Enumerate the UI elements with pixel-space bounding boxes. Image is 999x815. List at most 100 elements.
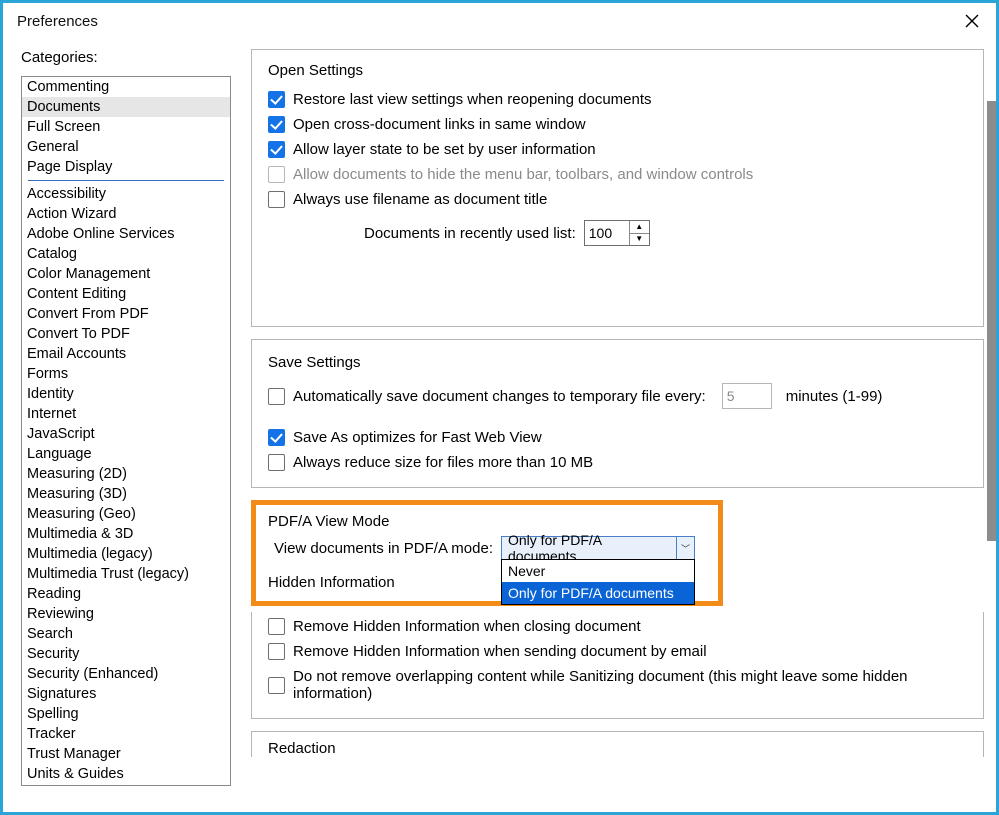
allow-hide-menubar-checkbox (268, 166, 285, 183)
recent-docs-label: Documents in recently used list: (364, 225, 576, 242)
categories-list[interactable]: CommentingDocumentsFull ScreenGeneralPag… (21, 76, 231, 786)
no-remove-overlap-label: Do not remove overlapping content while … (293, 668, 967, 702)
pdfa-combo[interactable]: Only for PDF/A documents ﹀ (501, 536, 695, 560)
category-item[interactable]: Identity (22, 384, 230, 404)
category-item[interactable]: Action Wizard (22, 204, 230, 224)
pdfa-option[interactable]: Never (502, 560, 694, 582)
restore-last-view-checkbox[interactable] (268, 91, 285, 108)
auto-save-label: Automatically save document changes to t… (293, 388, 706, 405)
category-item[interactable]: Accessibility (22, 184, 230, 204)
category-item[interactable]: Convert From PDF (22, 304, 230, 324)
category-item[interactable]: Reading (22, 584, 230, 604)
remove-on-email-row: Remove Hidden Information when sending d… (268, 643, 967, 660)
reduce-size-checkbox[interactable] (268, 454, 285, 471)
cross-doc-links-label: Open cross-document links in same window (293, 116, 586, 133)
scrollbar-thumb[interactable] (987, 101, 996, 541)
remove-on-email-checkbox[interactable] (268, 643, 285, 660)
pdfa-highlight-block: PDF/A View Mode View documents in PDF/A … (251, 500, 723, 606)
category-item[interactable]: Documents (22, 97, 230, 117)
category-item[interactable]: Page Display (22, 157, 230, 177)
category-item[interactable]: Measuring (3D) (22, 484, 230, 504)
auto-save-minutes-label: minutes (1-99) (786, 388, 883, 405)
recent-docs-spinner (629, 221, 649, 245)
recent-docs-input[interactable] (585, 221, 629, 245)
pdfa-title: PDF/A View Mode (268, 513, 706, 530)
category-item[interactable]: Convert To PDF (22, 324, 230, 344)
category-item[interactable]: Full Screen (22, 117, 230, 137)
category-item[interactable]: Signatures (22, 684, 230, 704)
category-item[interactable]: Tracker (22, 724, 230, 744)
category-item[interactable]: Multimedia Trust (legacy) (22, 564, 230, 584)
category-item[interactable]: Units & Guides (22, 764, 230, 784)
always-filename-title-label: Always use filename as document title (293, 191, 547, 208)
category-item[interactable]: Internet (22, 404, 230, 424)
pdfa-combo-wrap: Only for PDF/A documents ﹀ NeverOnly for… (501, 536, 695, 560)
category-item[interactable]: Reviewing (22, 604, 230, 624)
category-item[interactable]: Security (22, 644, 230, 664)
allow-layer-state-checkbox[interactable] (268, 141, 285, 158)
category-item[interactable]: Commenting (22, 77, 230, 97)
redaction-panel: Redaction (251, 731, 984, 757)
category-item[interactable]: Email Accounts (22, 344, 230, 364)
close-button[interactable] (962, 11, 982, 31)
category-item[interactable]: General (22, 137, 230, 157)
cross-doc-links-checkbox[interactable] (268, 116, 285, 133)
save-settings-title: Save Settings (268, 354, 967, 371)
category-item[interactable]: Adobe Online Services (22, 224, 230, 244)
fast-web-view-row: Save As optimizes for Fast Web View (268, 429, 967, 446)
fast-web-view-label: Save As optimizes for Fast Web View (293, 429, 542, 446)
reduce-size-row: Always reduce size for files more than 1… (268, 454, 967, 471)
auto-save-row: Automatically save document changes to t… (268, 383, 967, 409)
chevron-down-icon: ﹀ (676, 537, 694, 559)
reduce-size-label: Always reduce size for files more than 1… (293, 454, 593, 471)
allow-layer-state-label: Allow layer state to be set by user info… (293, 141, 596, 158)
category-item[interactable]: Catalog (22, 244, 230, 264)
open-settings-panel: Open Settings Restore last view settings… (251, 49, 984, 327)
pdfa-label: View documents in PDF/A mode: (274, 540, 493, 557)
window-title: Preferences (17, 13, 98, 30)
always-filename-title-checkbox[interactable] (268, 191, 285, 208)
spinner-up-icon[interactable] (630, 221, 649, 234)
no-remove-overlap-checkbox[interactable] (268, 677, 285, 694)
category-item[interactable]: Measuring (Geo) (22, 504, 230, 524)
category-item[interactable]: Forms (22, 364, 230, 384)
save-settings-panel: Save Settings Automatically save documen… (251, 339, 984, 488)
open-settings-title: Open Settings (268, 62, 967, 79)
no-remove-overlap-row: Do not remove overlapping content while … (268, 668, 967, 702)
recent-docs-input-wrap (584, 220, 650, 246)
spinner-down-icon[interactable] (630, 234, 649, 246)
categories-column: Categories: CommentingDocumentsFull Scre… (21, 49, 231, 812)
category-item[interactable]: Measuring (2D) (22, 464, 230, 484)
category-item[interactable]: Multimedia (legacy) (22, 544, 230, 564)
body: Categories: CommentingDocumentsFull Scre… (3, 39, 996, 812)
category-item[interactable]: Search (22, 624, 230, 644)
restore-last-view-label: Restore last view settings when reopenin… (293, 91, 652, 108)
cross-doc-links-row: Open cross-document links in same window (268, 116, 967, 133)
remove-on-email-label: Remove Hidden Information when sending d… (293, 643, 707, 660)
category-item[interactable]: Multimedia & 3D (22, 524, 230, 544)
category-item[interactable]: Content Editing (22, 284, 230, 304)
recent-docs-row: Documents in recently used list: (364, 220, 967, 246)
allow-layer-state-row: Allow layer state to be set by user info… (268, 141, 967, 158)
category-item[interactable]: Trust Manager (22, 744, 230, 764)
pdfa-option[interactable]: Only for PDF/A documents (502, 582, 694, 604)
remove-on-close-checkbox[interactable] (268, 618, 285, 635)
fast-web-view-checkbox[interactable] (268, 429, 285, 446)
pdfa-dropdown[interactable]: NeverOnly for PDF/A documents (501, 559, 695, 605)
category-item[interactable]: Color Management (22, 264, 230, 284)
main-scroll: Open Settings Restore last view settings… (251, 49, 984, 812)
category-item[interactable]: Spelling (22, 704, 230, 724)
hidden-info-panel: Remove Hidden Information when closing d… (251, 612, 984, 719)
allow-hide-menubar-row: Allow documents to hide the menu bar, to… (268, 166, 967, 183)
auto-save-input (723, 384, 769, 408)
allow-hide-menubar-label: Allow documents to hide the menu bar, to… (293, 166, 753, 183)
remove-on-close-row: Remove Hidden Information when closing d… (268, 618, 967, 635)
categories-label: Categories: (21, 49, 231, 66)
category-item[interactable]: Security (Enhanced) (22, 664, 230, 684)
auto-save-checkbox[interactable] (268, 388, 285, 405)
category-item[interactable]: Language (22, 444, 230, 464)
preferences-window: Preferences Categories: CommentingDocume… (0, 0, 999, 815)
main-column: Open Settings Restore last view settings… (231, 49, 996, 812)
category-item[interactable]: JavaScript (22, 424, 230, 444)
content-scrollbar[interactable] (987, 101, 996, 812)
